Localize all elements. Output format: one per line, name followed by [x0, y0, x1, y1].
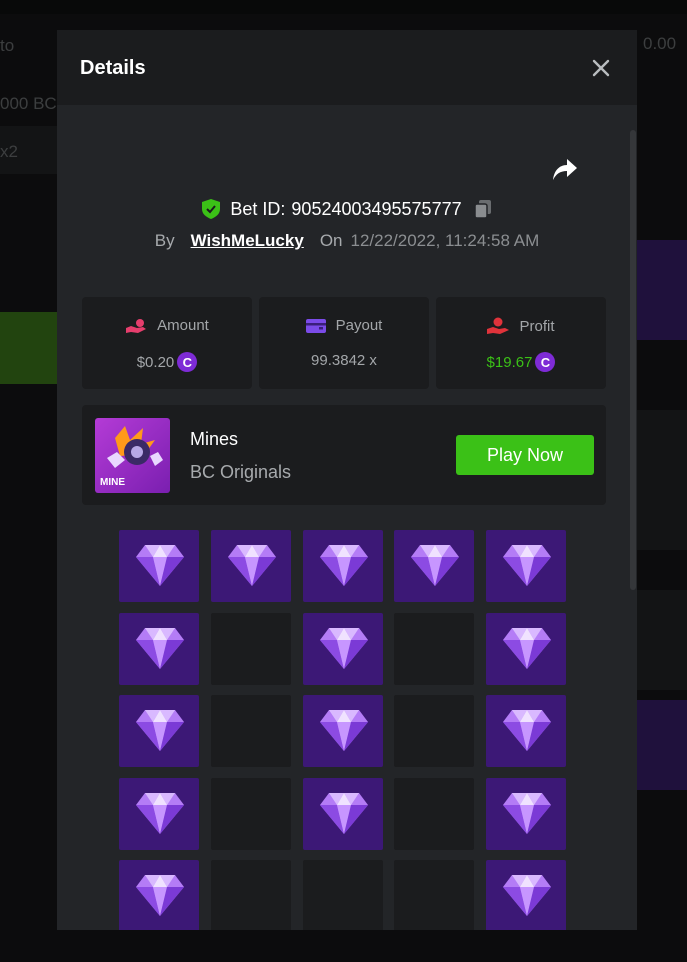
stat-amount: Amount $0.20 C — [82, 297, 252, 389]
mine-tile-gem — [119, 860, 199, 930]
stat-profit: Profit $19.67 C — [436, 297, 606, 389]
mine-tile-empty — [210, 612, 291, 685]
profit-label: Profit — [519, 317, 555, 335]
mine-tile-empty — [394, 860, 475, 930]
gem-icon — [503, 792, 551, 834]
mine-tile-gem — [302, 695, 383, 767]
play-now-button[interactable]: Play Now — [456, 435, 594, 475]
mine-tile-gem — [486, 612, 566, 685]
amount-label: Amount — [157, 317, 209, 334]
gem-icon — [136, 627, 184, 669]
game-name: Mines — [190, 429, 239, 449]
game-thumb-label: MINE — [100, 477, 125, 488]
bet-id-label: Bet ID: — [230, 198, 286, 219]
share-icon — [553, 159, 577, 180]
mine-tile-gem — [302, 612, 383, 685]
share-button[interactable] — [551, 157, 579, 183]
by-label: By — [154, 231, 175, 250]
mine-tile-gem — [486, 695, 566, 767]
mine-tile-empty — [394, 612, 475, 685]
mine-tile-empty — [210, 860, 291, 930]
bet-date: 12/22/2022, 11:24:58 AM — [350, 231, 540, 250]
modal-header: Details — [57, 30, 637, 105]
gem-icon — [136, 710, 184, 751]
mine-tile-gem — [302, 777, 383, 850]
mine-tile-empty — [394, 695, 475, 767]
close-button[interactable] — [587, 54, 615, 82]
wallet-icon — [305, 318, 326, 333]
stat-payout: Payout 99.3842 x — [259, 297, 429, 389]
mine-tile-empty — [210, 695, 291, 767]
close-icon — [592, 59, 610, 77]
gem-icon — [227, 545, 276, 586]
currency-coin-icon: C — [535, 352, 556, 372]
gem-icon — [136, 545, 184, 586]
profit-value: $19.67 — [486, 353, 533, 371]
gem-icon — [503, 875, 551, 916]
mine-tile-empty — [302, 860, 383, 930]
bet-id-value: 90524003495575777 — [291, 198, 462, 219]
mine-tile-gem — [119, 695, 199, 767]
on-label: On — [319, 231, 343, 250]
gem-icon — [503, 710, 551, 751]
details-modal: Details Bet ID: 90524003495575777 By Wis… — [57, 30, 637, 930]
copy-icon[interactable] — [473, 199, 492, 219]
gem-icon — [136, 875, 184, 916]
mine-tile-gem — [486, 530, 566, 602]
bet-id-row: Bet ID: 90524003495575777 — [57, 197, 637, 221]
mine-tile-gem — [486, 777, 566, 850]
gem-icon — [319, 627, 368, 669]
mine-tile-gem — [210, 530, 291, 602]
currency-coin-icon: C — [177, 352, 198, 372]
hand-coin-icon — [126, 318, 147, 333]
modal-title: Details — [80, 57, 146, 79]
gem-icon — [319, 545, 368, 586]
mine-tile-empty — [210, 777, 291, 850]
mine-tile-gem — [394, 530, 475, 602]
payout-value: 99.3842 x — [311, 352, 377, 369]
payout-label: Payout — [335, 317, 383, 334]
mine-tile-gem — [486, 860, 566, 930]
game-row: MINE Mines BC Originals Play Now — [82, 405, 606, 505]
gem-icon — [503, 545, 551, 586]
username-link[interactable]: WishMeLucky — [191, 231, 304, 251]
gem-icon — [319, 710, 368, 751]
game-thumbnail[interactable]: MINE — [95, 418, 170, 493]
shield-check-icon — [202, 199, 221, 219]
hand-money-icon — [487, 317, 510, 334]
gem-icon — [411, 545, 460, 586]
mine-tile-gem — [119, 530, 199, 602]
bet-author-row: By WishMeLucky On 12/22/2022, 11:24:58 A… — [57, 229, 637, 253]
mine-tile-gem — [302, 530, 383, 602]
mine-tile-empty — [394, 777, 475, 850]
mine-tile-gem — [119, 612, 199, 685]
game-provider: BC Originals — [190, 462, 292, 482]
bet-stats: Amount $0.20 C Payout 99.3842 x Profit $… — [82, 297, 606, 389]
amount-value: $0.20 — [136, 353, 175, 371]
gem-icon — [319, 792, 368, 834]
mine-tile-gem — [119, 777, 199, 850]
gem-icon — [503, 627, 551, 669]
gem-icon — [136, 792, 184, 834]
